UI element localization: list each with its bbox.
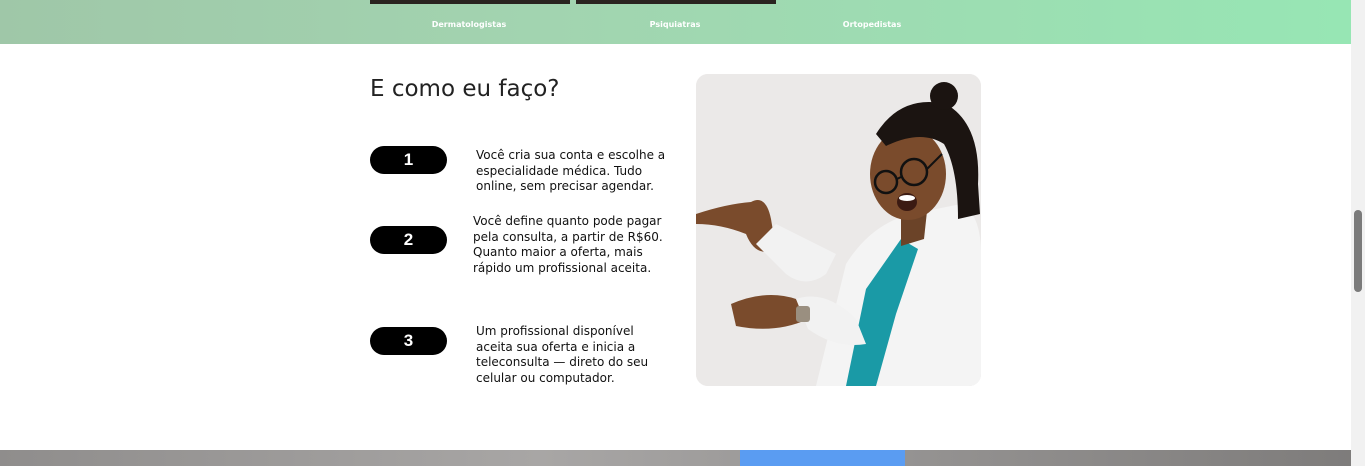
scrollbar-thumb[interactable] (1354, 210, 1362, 292)
step-text: Você cria sua conta e escolhe a especial… (476, 148, 666, 193)
next-section-accent (740, 450, 905, 466)
section-heading: E como eu faço? (370, 76, 560, 102)
category-psiquiatras[interactable]: Psiquiatras (650, 20, 701, 29)
step-number-badge: 3 (370, 327, 447, 355)
step-number-badge: 2 (370, 226, 447, 254)
specialty-thumbnail[interactable] (576, 0, 776, 4)
next-section-band (0, 450, 1351, 466)
specialties-band: Dermatologistas Psiquiatras Ortopedistas (0, 0, 1351, 44)
doctor-photo (696, 74, 981, 386)
step-number-badge: 1 (370, 146, 447, 174)
step-text: Um profissional disponível aceita sua of… (476, 324, 649, 385)
category-ortopedistas[interactable]: Ortopedistas (843, 20, 901, 29)
step-text: Você define quanto pode pagar pela consu… (473, 214, 663, 275)
category-dermatologistas[interactable]: Dermatologistas (432, 20, 507, 29)
specialty-thumbnail[interactable] (370, 0, 570, 4)
